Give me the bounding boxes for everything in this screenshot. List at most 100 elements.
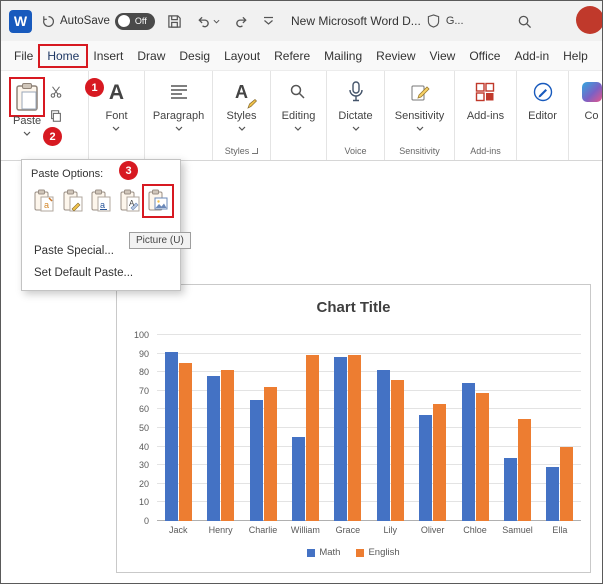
y-tick-label: 80: [138, 367, 149, 378]
paragraph-button[interactable]: Paragraph: [153, 77, 204, 131]
bar-group-henry: [199, 335, 241, 521]
tab-layout[interactable]: Layout: [217, 46, 267, 66]
chart-object[interactable]: Chart Title 0 10 20 30 40 50 60 70 80 90 100 Jack H…: [116, 284, 591, 573]
cut-button[interactable]: [49, 85, 63, 99]
x-tick-label: Jack: [168, 525, 188, 535]
cut-copy-column: [49, 85, 63, 123]
paste-options-header: Paste Options:: [31, 168, 104, 180]
font-button-label: Font: [105, 110, 128, 122]
scissors-icon: [50, 86, 62, 98]
tab-home[interactable]: Home: [38, 43, 89, 68]
bar-math-oliver: [419, 414, 433, 521]
ribbon-group-voice: Dictate Voice: [327, 71, 385, 160]
bar-group-samuel: [496, 335, 538, 521]
ribbon-group-paragraph: Paragraph: [145, 71, 213, 160]
paste-option-picture[interactable]: [142, 184, 174, 218]
editor-pen-icon: [533, 77, 553, 107]
tab-file[interactable]: File: [7, 46, 40, 66]
chart-title: Chart Title: [316, 299, 391, 316]
account-avatar[interactable]: [576, 6, 602, 34]
sensitivity-button[interactable]: Sensitivity: [394, 77, 445, 131]
legend-swatch: [356, 548, 365, 557]
y-tick-label: 0: [143, 516, 149, 526]
chart-legend: Math English: [117, 547, 590, 558]
x-tick-label: Charlie: [248, 525, 278, 535]
quick-access-menu-button[interactable]: [261, 14, 276, 28]
tab-insert[interactable]: Insert: [86, 46, 130, 66]
bar-english-oliver: [433, 403, 447, 521]
paragraph-chevron-icon: [175, 126, 183, 131]
document-title-group: New Microsoft Word D... G...: [291, 1, 464, 41]
tab-design[interactable]: Desig: [172, 46, 217, 66]
editor-button[interactable]: Editor: [528, 77, 557, 122]
ribbon-group-sensitivity: Sensitivity Sensitivity: [385, 71, 455, 160]
paste-option-use-destination-styles[interactable]: a: [89, 188, 113, 214]
menu-item-set-default-paste[interactable]: Set Default Paste...: [22, 262, 180, 284]
styles-dialog-launcher[interactable]: [252, 148, 259, 154]
save-button[interactable]: [165, 12, 184, 31]
paste-option-keep-source-formatting[interactable]: a: [32, 188, 56, 214]
x-tick-label: Ella: [552, 525, 568, 535]
legend-label: Math: [319, 547, 341, 558]
styles-group-label: Styles: [224, 146, 250, 156]
paste-option-merge-formatting[interactable]: [61, 188, 85, 214]
redo-button[interactable]: [232, 12, 251, 31]
tab-help[interactable]: Help: [556, 46, 595, 66]
font-button[interactable]: A Font: [105, 77, 128, 131]
dictate-button[interactable]: Dictate: [338, 77, 373, 131]
sensitivity-badge[interactable]: G...: [446, 15, 464, 27]
copy-button[interactable]: [49, 109, 63, 123]
chart-y-axis: 0 10 20 30 40 50 60 70 80 90 100: [123, 330, 153, 526]
chevron-with-bar-icon: [263, 16, 273, 25]
bar-math-henry: [207, 375, 221, 521]
paste-button[interactable]: Paste: [9, 77, 46, 136]
copilot-button[interactable]: Co: [581, 77, 602, 122]
undo-button[interactable]: [194, 12, 222, 31]
ribbon-tab-row: File Home Insert Draw Desig Layout Refer…: [1, 41, 602, 71]
ribbon-group-addins: Add-ins Add-ins: [455, 71, 517, 160]
bar-group-charlie: [242, 335, 284, 521]
search-button[interactable]: [515, 12, 534, 31]
editor-button-label: Editor: [528, 110, 557, 122]
tab-addins[interactable]: Add-in: [507, 46, 556, 66]
addins-button[interactable]: Add-ins: [467, 77, 504, 122]
bar-math-samuel: [503, 457, 517, 521]
voice-group-label: Voice: [344, 146, 367, 156]
toggle-state-label: Off: [134, 16, 147, 26]
search-icon: [518, 15, 532, 29]
tab-office[interactable]: Office: [462, 46, 507, 66]
word-window: W AutoSave Off New Microsoft Word D... G…: [0, 0, 603, 584]
tab-references[interactable]: Refere: [267, 46, 317, 66]
sensitivity-button-label: Sensitivity: [394, 110, 445, 122]
tab-view[interactable]: View: [423, 46, 463, 66]
ribbon-group-styles: A Styles Styles: [213, 71, 271, 160]
picture-icon: [148, 189, 168, 211]
addins-button-label: Add-ins: [466, 110, 505, 122]
paste-option-keep-text-only[interactable]: A: [118, 188, 142, 214]
bar-group-lily: [369, 335, 411, 521]
legend-swatch: [307, 548, 316, 557]
bar-group-grace: [327, 335, 369, 521]
svg-text:a: a: [100, 200, 105, 210]
editing-button[interactable]: Editing: [282, 77, 315, 131]
styles-button-label: Styles: [226, 110, 257, 122]
styles-button[interactable]: A Styles: [227, 77, 257, 131]
tab-review[interactable]: Review: [369, 46, 422, 66]
bar-group-william: [284, 335, 326, 521]
bar-math-lily: [376, 370, 390, 521]
bar-english-chloe: [475, 392, 489, 521]
annotation-step-1: 1: [85, 78, 104, 97]
tab-draw[interactable]: Draw: [130, 46, 172, 66]
x-tick-label: Oliver: [420, 525, 445, 535]
addins-group-label: Add-ins: [470, 146, 501, 156]
paste-button-label: Paste: [13, 115, 42, 127]
styles-group-label-row: Styles: [225, 146, 259, 156]
copilot-icon: [581, 82, 602, 102]
paste-options-menu: Paste Options: a a A Paste Special... Se…: [21, 159, 181, 291]
bar-group-oliver: [411, 335, 453, 521]
autosave-toggle[interactable]: Off: [114, 12, 155, 30]
y-tick-label: 40: [138, 441, 149, 452]
bar-group-jack: [157, 335, 199, 521]
tab-mailings[interactable]: Mailing: [317, 46, 369, 66]
paste-dropdown-chevron[interactable]: [23, 131, 31, 136]
